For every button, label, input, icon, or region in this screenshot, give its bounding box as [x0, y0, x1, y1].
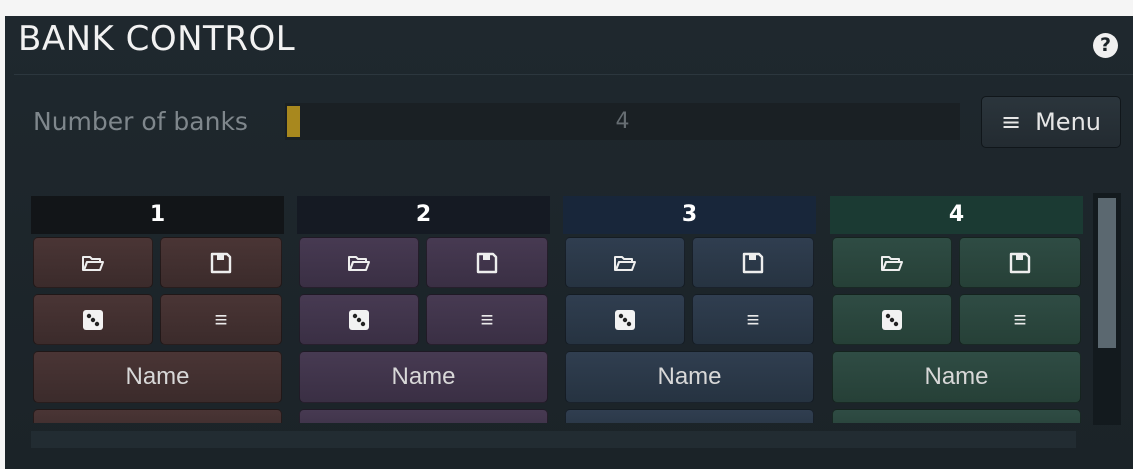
vertical-scrollbar[interactable]: [1093, 193, 1121, 425]
folder-open-icon: [347, 254, 371, 272]
help-button[interactable]: ?: [1093, 33, 1118, 58]
folder-open-icon: [81, 254, 105, 272]
bank-1: 1 ≡ Name: [31, 196, 284, 423]
dice-icon: [881, 309, 903, 331]
bank-name-button[interactable]: Name: [33, 351, 282, 403]
folder-open-icon: [613, 254, 637, 272]
dice-icon: [614, 309, 636, 331]
save-disk-icon: [210, 252, 232, 274]
panel-title: BANK CONTROL: [18, 19, 296, 59]
bank-menu-button[interactable]: ≡: [426, 294, 548, 345]
randomize-bank-button[interactable]: [33, 294, 153, 345]
number-of-banks-value: 4: [615, 109, 630, 134]
number-of-banks-label: Number of banks: [33, 107, 248, 136]
save-bank-button[interactable]: [959, 237, 1081, 288]
load-bank-button[interactable]: [299, 237, 419, 288]
bank-header: 4: [830, 196, 1083, 234]
randomize-bank-button[interactable]: [832, 294, 952, 345]
bank-next-row-partial: [299, 409, 548, 423]
save-disk-icon: [742, 252, 764, 274]
bank-next-row-partial: [565, 409, 814, 423]
bank-header: 1: [31, 196, 284, 234]
save-bank-button[interactable]: [692, 237, 814, 288]
save-disk-icon: [476, 252, 498, 274]
hamburger-icon: ≡: [1013, 306, 1027, 332]
bank-menu-button[interactable]: ≡: [959, 294, 1081, 345]
bank-menu-button[interactable]: ≡: [692, 294, 814, 345]
bank-menu-button[interactable]: ≡: [160, 294, 282, 345]
hamburger-icon: ≡: [1000, 108, 1022, 136]
horizontal-scrollbar[interactable]: [31, 431, 1076, 448]
menu-button[interactable]: ≡ Menu: [981, 96, 1121, 148]
bank-next-row-partial: [33, 409, 282, 423]
scrollbar-thumb[interactable]: [1098, 198, 1116, 348]
menu-button-label: Menu: [1035, 108, 1101, 136]
bank-next-row-partial: [832, 409, 1081, 423]
save-bank-button[interactable]: [160, 237, 282, 288]
dice-icon: [82, 309, 104, 331]
randomize-bank-button[interactable]: [299, 294, 419, 345]
hamburger-icon: ≡: [746, 306, 760, 332]
save-disk-icon: [1009, 252, 1031, 274]
save-bank-button[interactable]: [426, 237, 548, 288]
dice-icon: [348, 309, 370, 331]
bank-3: 3 ≡ Name: [563, 196, 816, 423]
bank-4: 4 ≡ Name: [830, 196, 1083, 423]
randomize-bank-button[interactable]: [565, 294, 685, 345]
bank-2: 2 ≡ Name: [297, 196, 550, 423]
number-of-banks-slider[interactable]: 4: [285, 103, 960, 140]
load-bank-button[interactable]: [832, 237, 952, 288]
bank-name-button[interactable]: Name: [565, 351, 814, 403]
title-divider: [14, 74, 1133, 75]
folder-open-icon: [880, 254, 904, 272]
load-bank-button[interactable]: [565, 237, 685, 288]
bank-header: 3: [563, 196, 816, 234]
load-bank-button[interactable]: [33, 237, 153, 288]
bank-name-button[interactable]: Name: [832, 351, 1081, 403]
bank-name-button[interactable]: Name: [299, 351, 548, 403]
hamburger-icon: ≡: [480, 306, 494, 332]
bank-header: 2: [297, 196, 550, 234]
hamburger-icon: ≡: [214, 306, 228, 332]
